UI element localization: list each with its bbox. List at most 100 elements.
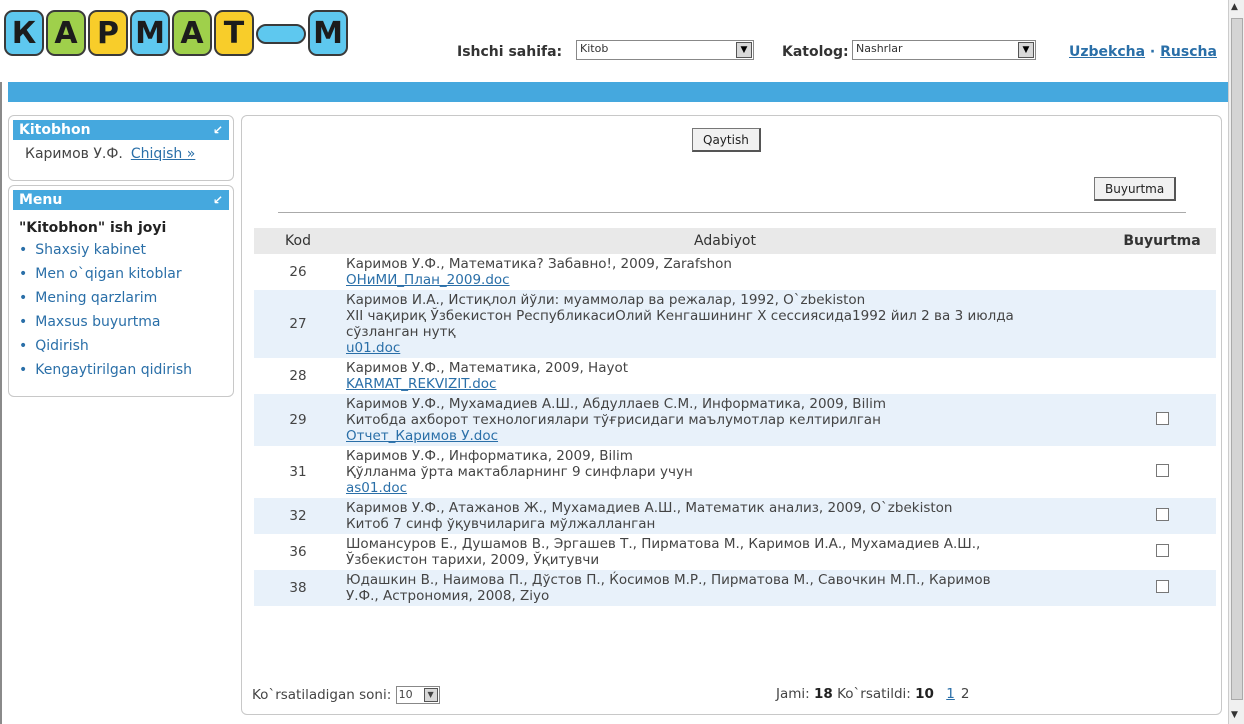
logo-tile: К [4, 10, 44, 56]
logo-tile: М [308, 10, 348, 56]
catalog-select[interactable]: Nashrlar ▼ [852, 40, 1036, 60]
document-link[interactable]: KARMAT_REKVIZIT.doc [346, 376, 1104, 392]
menu-panel: Menu ↙ "Kitobhon" ish joyi Shaxsiy kabin… [8, 185, 234, 397]
user-name: Каримов У.Ф. [25, 146, 123, 162]
collapse-arrow-icon[interactable]: ↙ [213, 190, 223, 210]
workpage-select[interactable]: Kitob ▼ [576, 40, 754, 60]
page-size-control: Ko`rsatiladigan soni: 10 ▼ [252, 686, 440, 704]
row-code: 28 [289, 368, 307, 384]
chevron-down-icon[interactable]: ▼ [736, 42, 752, 58]
vertical-scrollbar[interactable]: ▲ ▼ [1228, 0, 1244, 724]
window-edge [0, 0, 2, 724]
catalog-label: Katolog: [782, 44, 849, 60]
sidebar-item-read-books[interactable]: Men o`qigan kitoblar [19, 262, 233, 286]
header: К А Р М А Т М Ishchi sahifa: Kitob ▼ Kat… [0, 0, 1228, 82]
literature-line: Ўзбекистон тарихи, 2009, Ўқитувчи [346, 552, 600, 568]
scroll-thumb[interactable] [1231, 18, 1243, 700]
karmat-logo[interactable]: К А Р М А Т М [4, 10, 350, 56]
lang-separator: · [1145, 44, 1161, 60]
sidebar-menu: Shaxsiy kabinet Men o`qigan kitoblar Men… [9, 238, 233, 382]
menu-panel-header[interactable]: Menu ↙ [13, 190, 229, 210]
row-code: 27 [254, 290, 342, 358]
document-link[interactable]: as01.doc [346, 480, 1104, 496]
order-checkbox[interactable] [1155, 463, 1169, 477]
sidebar-item-personal-cabinet[interactable]: Shaxsiy kabinet [19, 238, 233, 262]
document-link[interactable]: Отчет_Каримов У.doc [346, 428, 1104, 444]
order-checkbox[interactable] [1155, 411, 1169, 425]
row-code: 31 [289, 464, 307, 480]
sidebar-item-my-debts[interactable]: Mening qarzlarim [19, 286, 233, 310]
chevron-down-icon[interactable]: ▼ [1018, 42, 1034, 58]
logo-tile: Р [88, 10, 128, 56]
lang-russian-link[interactable]: Ruscha [1160, 44, 1217, 60]
logout-link[interactable]: Chiqish » [131, 146, 196, 162]
reader-panel-header[interactable]: Kitobhon ↙ [13, 120, 229, 140]
row-order-cell [1108, 394, 1216, 446]
row-order-cell [1108, 358, 1216, 394]
row-order-cell [1108, 446, 1216, 498]
literature-line: Каримов У.Ф., Математика, 2009, Hayot [346, 360, 629, 376]
row-code: 36 [289, 544, 307, 560]
row-code: 26 [289, 264, 307, 280]
literature-line: Юдашкин В., Наимова П., Дўстов П., Ќосим… [346, 572, 991, 588]
row-literature: Каримов У.Ф., Математика? Забавно!, 2009… [342, 254, 1108, 290]
header-bar [8, 82, 1228, 102]
document-link[interactable]: u01.doc [346, 340, 1104, 356]
shown-label: Ko`rsatildi: [837, 686, 911, 702]
sidebar-item-advanced-search[interactable]: Kengaytirilgan qidirish [19, 358, 233, 382]
books-table: Kod Adabiyot Buyurtma 26 Каримов У.Ф., Ма… [254, 228, 1216, 606]
logo-tile: М [130, 10, 170, 56]
literature-line: Каримов У.Ф., Мухамадиев А.Ш., Абдуллаев… [346, 396, 886, 412]
literature-line: Китобда ахборот технологиялари тўғрисида… [346, 412, 881, 428]
page-size-value: 10 [398, 688, 413, 701]
row-order-cell [1108, 254, 1216, 290]
row-order-cell [1108, 570, 1216, 606]
table-row: 28 Каримов У.Ф., Математика, 2009, Hayot K… [254, 358, 1216, 394]
page-link-2[interactable]: 2 [961, 686, 970, 702]
order-checkbox[interactable] [1155, 543, 1169, 557]
table-row: 38 Юдашкин В., Наимова П., Дўстов П., Ќос… [254, 570, 1216, 606]
literature-line: Каримов У.Ф., Математика? Забавно!, 2009… [346, 256, 732, 272]
main-content: Qaytish Buyurtma Kod Adabiyot Buyurtma 2… [241, 115, 1222, 715]
page-link-1[interactable]: 1 [946, 686, 955, 702]
back-button[interactable]: Qaytish [692, 128, 761, 152]
shown-value: 10 [915, 686, 934, 702]
table-header-row: Kod Adabiyot Buyurtma [254, 228, 1216, 254]
lang-uzbek-link[interactable]: Uzbekcha [1069, 44, 1145, 60]
literature-line: Шомансуров Е., Душамов В., Эргашев Т., П… [346, 536, 981, 552]
chevron-down-icon[interactable]: ▼ [423, 688, 438, 702]
total-value: 18 [814, 686, 833, 702]
row-literature: Каримов У.Ф., Атажанов Ж., Мухамадиев А.… [342, 498, 1108, 534]
user-line: Каримов У.Ф. Chiqish » [9, 140, 233, 162]
order-button[interactable]: Buyurtma [1094, 177, 1177, 201]
page-size-select[interactable]: 10 ▼ [395, 686, 440, 704]
row-order-cell [1108, 498, 1216, 534]
table-row: 29 Каримов У.Ф., Мухамадиев А.Ш., Абдулла… [254, 394, 1216, 446]
order-checkbox[interactable] [1155, 507, 1169, 521]
reader-panel-title: Kitobhon [19, 122, 91, 138]
order-checkbox[interactable] [1155, 579, 1169, 593]
scroll-up-icon[interactable]: ▲ [1231, 2, 1238, 12]
sidebar-item-search[interactable]: Qidirish [19, 334, 233, 358]
literature-line: XII чақириқ Ўзбекистон РеспубликасиОлий … [346, 308, 1014, 324]
row-literature: Юдашкин В., Наимова П., Дўстов П., Ќосим… [342, 570, 1108, 606]
row-code: 38 [254, 570, 342, 606]
sidebar-item-special-order[interactable]: Maxsus buyurtma [19, 310, 233, 334]
total-label: Jami: [776, 686, 810, 702]
literature-line: Қўлланма ўрта мактабларнинг 9 синфлари у… [346, 464, 693, 480]
literature-line: Каримов И.А., Истиқлол йўли: муаммолар в… [346, 292, 866, 308]
divider [278, 212, 1186, 213]
collapse-arrow-icon[interactable]: ↙ [213, 120, 223, 140]
row-literature: Шомансуров Е., Душамов В., Эргашев Т., П… [342, 534, 1108, 570]
workpage-label: Ishchi sahifa: [457, 44, 563, 60]
literature-line: сўзланган нутқ [346, 324, 456, 340]
document-link[interactable]: ОНиМИ_План_2009.doc [346, 272, 1104, 288]
row-code: 32 [254, 498, 342, 534]
column-header-literature: Adabiyot [342, 228, 1108, 254]
show-count-label: Ko`rsatiladigan soni: [252, 687, 392, 703]
row-literature: Каримов И.А., Истиқлол йўли: муаммолар в… [342, 290, 1108, 358]
language-switcher: Uzbekcha · Ruscha [1069, 44, 1217, 60]
table-row: 36 Шомансуров Е., Душамов В., Эргашев Т.,… [254, 534, 1216, 570]
scroll-down-icon[interactable]: ▼ [1231, 710, 1238, 720]
table-row: 31 Каримов У.Ф., Информатика, 2009, Bilim… [254, 446, 1216, 498]
